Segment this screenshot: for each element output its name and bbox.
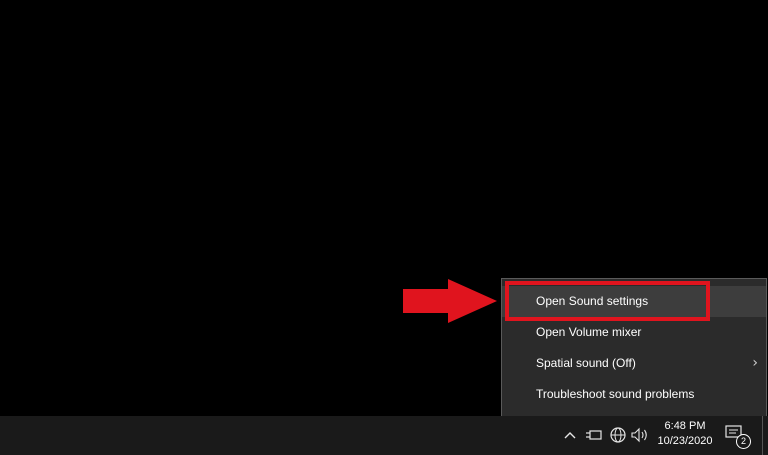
power-plug-icon[interactable] — [584, 424, 604, 446]
menu-item-label: Open Sound settings — [536, 294, 649, 308]
clock-date: 10/23/2020 — [657, 435, 713, 447]
show-desktop-button[interactable] — [762, 416, 763, 455]
system-clock[interactable]: 6:48 PM 10/23/2020 — [650, 419, 720, 449]
menu-item-open-sound-settings[interactable]: Open Sound settings — [502, 286, 766, 317]
notification-count-badge: 2 — [736, 434, 751, 449]
notification-center-icon[interactable]: 2 — [724, 424, 751, 449]
menu-item-label: Troubleshoot sound problems — [536, 387, 695, 401]
menu-item-open-volume-mixer[interactable]: Open Volume mixer — [502, 317, 766, 348]
globe-network-icon[interactable] — [608, 424, 628, 446]
menu-item-label: Open Volume mixer — [536, 325, 642, 339]
chevron-right-icon: › — [752, 355, 758, 371]
menu-item-troubleshoot-sound[interactable]: Troubleshoot sound problems — [502, 379, 766, 410]
sound-context-menu: Open Sound settings Open Volume mixer Sp… — [501, 278, 767, 421]
menu-item-label: Spatial sound (Off) — [536, 356, 636, 370]
chevron-up-icon[interactable] — [562, 424, 578, 446]
clock-time: 6:48 PM — [664, 420, 706, 432]
red-arrow-icon — [403, 279, 497, 323]
speaker-icon[interactable] — [630, 424, 650, 446]
menu-item-spatial-sound[interactable]: Spatial sound (Off) › — [502, 348, 766, 379]
